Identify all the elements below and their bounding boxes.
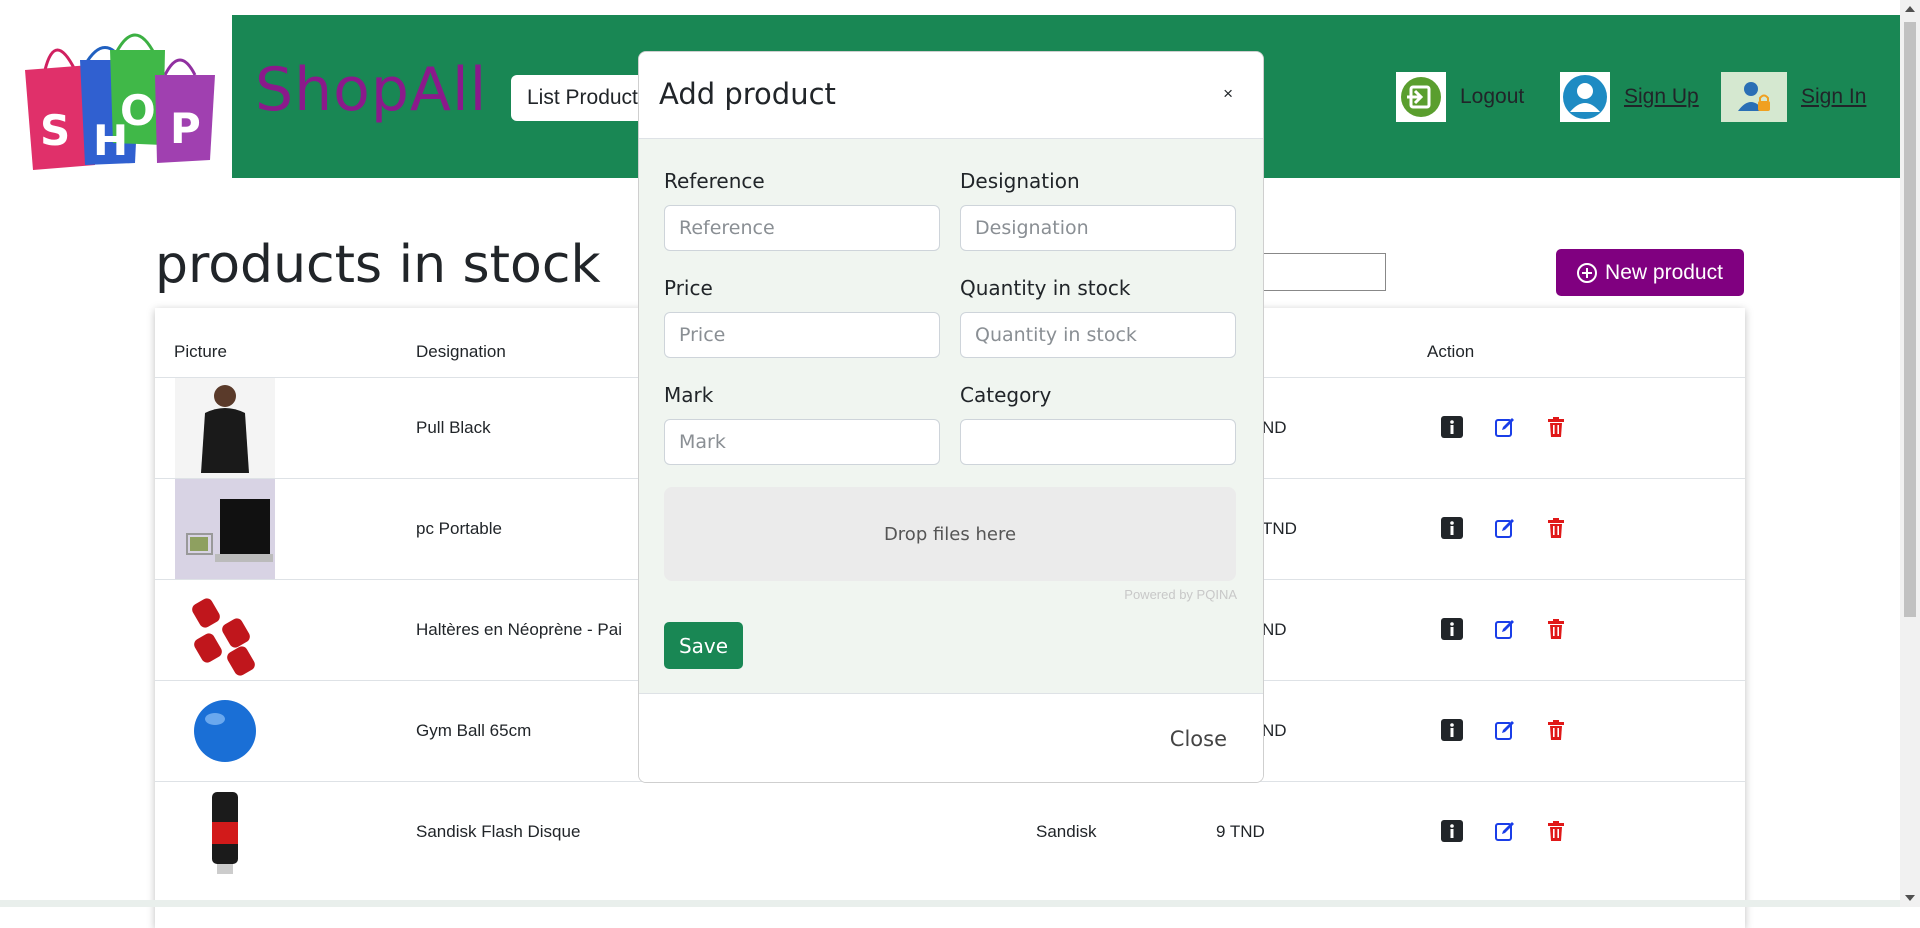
modal-footer: Close bbox=[639, 693, 1263, 782]
modal-title: Add product bbox=[659, 77, 836, 111]
scroll-up-icon[interactable] bbox=[1905, 6, 1915, 12]
mark-label: Mark bbox=[664, 383, 714, 407]
designation-label: Designation bbox=[960, 169, 1080, 193]
mark-input[interactable] bbox=[664, 419, 940, 465]
vertical-scrollbar[interactable] bbox=[1900, 0, 1920, 907]
bottom-strip bbox=[0, 900, 1900, 907]
category-input[interactable] bbox=[960, 419, 1236, 465]
close-icon[interactable]: × bbox=[1223, 84, 1233, 104]
designation-input[interactable] bbox=[960, 205, 1236, 251]
price-input[interactable] bbox=[664, 312, 940, 358]
price-label: Price bbox=[664, 276, 713, 300]
modal-body: Reference Designation Price Quantity in … bbox=[639, 139, 1263, 693]
save-button[interactable]: Save bbox=[664, 622, 743, 669]
close-button[interactable]: Close bbox=[1170, 727, 1227, 751]
quantity-label: Quantity in stock bbox=[960, 276, 1131, 300]
powered-by-text: Powered by PQINA bbox=[1124, 587, 1237, 602]
modal-header: Add product × bbox=[639, 52, 1263, 139]
quantity-input[interactable] bbox=[960, 312, 1236, 358]
reference-label: Reference bbox=[664, 169, 765, 193]
file-dropzone[interactable]: Drop files here bbox=[664, 487, 1236, 581]
scroll-thumb[interactable] bbox=[1904, 22, 1916, 617]
reference-input[interactable] bbox=[664, 205, 940, 251]
category-label: Category bbox=[960, 383, 1052, 407]
scroll-down-icon[interactable] bbox=[1905, 895, 1915, 901]
add-product-modal: Add product × Reference Designation Pric… bbox=[638, 51, 1264, 783]
